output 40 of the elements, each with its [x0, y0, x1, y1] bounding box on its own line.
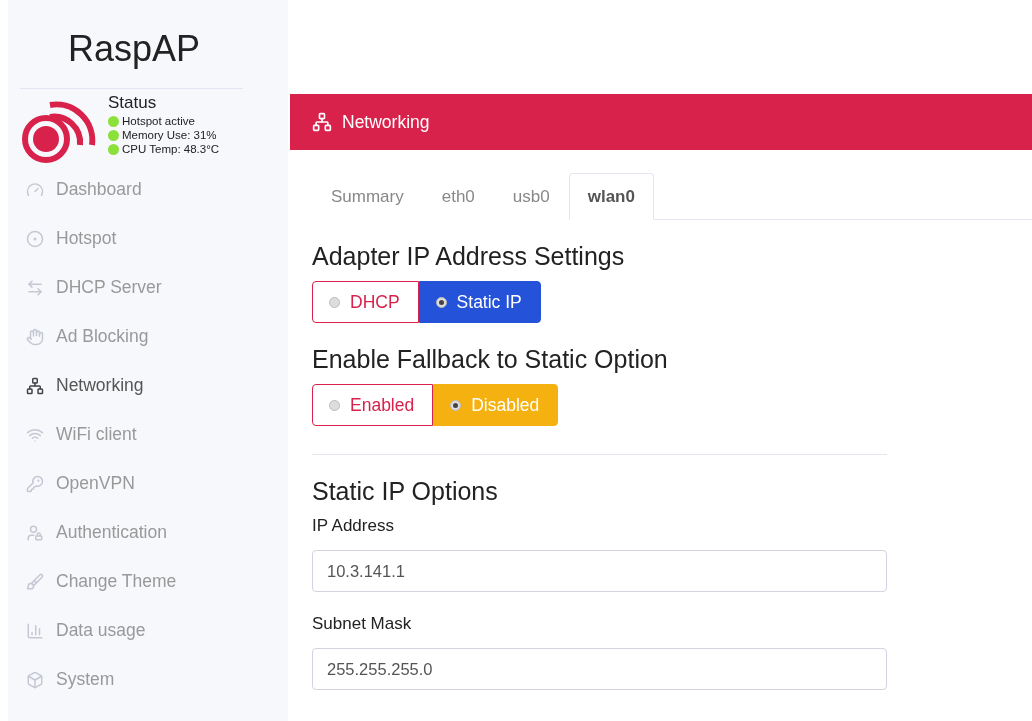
section-heading: Static IP Options [312, 477, 499, 506]
brush-icon [26, 572, 44, 591]
radio-option[interactable]: Static IP [418, 281, 541, 323]
arrows-icon [26, 278, 44, 297]
status-text: Memory Use: 31% [122, 129, 217, 141]
network-icon [312, 112, 332, 132]
sidebar-item[interactable]: System [8, 655, 288, 704]
bar-chart-icon [26, 621, 44, 640]
section-heading: Enable Fallback to Static Option [312, 345, 669, 374]
target-icon [26, 229, 44, 248]
status-text: Hotspot active [122, 115, 195, 127]
sidebar-item[interactable]: OpenVPN [8, 459, 288, 508]
radio-option[interactable]: Disabled [433, 384, 559, 426]
sidebar-item[interactable]: WiFi client [8, 410, 288, 459]
sidebar-item[interactable]: Networking [8, 361, 288, 410]
cube-icon [26, 670, 44, 689]
sidebar-item[interactable]: Data usage [8, 606, 288, 655]
sidebar-item[interactable]: Ad Blocking [8, 312, 288, 361]
sidebar-item[interactable]: DHCP Server [8, 263, 288, 312]
field-label: IP Address [312, 516, 395, 536]
sidebar-item[interactable]: Hotspot [8, 214, 288, 263]
sidebar-item[interactable]: Authentication [8, 508, 288, 557]
network-icon [26, 376, 44, 395]
key-icon [26, 474, 44, 493]
gauge-icon [26, 180, 44, 199]
field-label: Subnet Mask [312, 614, 413, 634]
sidebar-item[interactable]: Change Theme [8, 557, 288, 606]
brand-title: RaspAP [67, 27, 202, 71]
user-lock-icon [26, 523, 44, 542]
hand-icon [26, 327, 44, 346]
radio-option[interactable]: DHCP [312, 281, 419, 323]
input-field[interactable]: 10.3.141.1 [312, 550, 887, 592]
sidebar-item[interactable]: Dashboard [8, 165, 288, 214]
tab[interactable]: wlan0 [568, 173, 654, 220]
status-title: Status [108, 93, 158, 113]
status-text: CPU Temp: 48.3°C [122, 143, 220, 155]
card-title: Networking [342, 111, 430, 133]
radio-option[interactable]: Enabled [312, 384, 434, 426]
section-heading: Adapter IP Address Settings [312, 242, 626, 271]
input-field[interactable]: 255.255.255.0 [312, 648, 887, 690]
